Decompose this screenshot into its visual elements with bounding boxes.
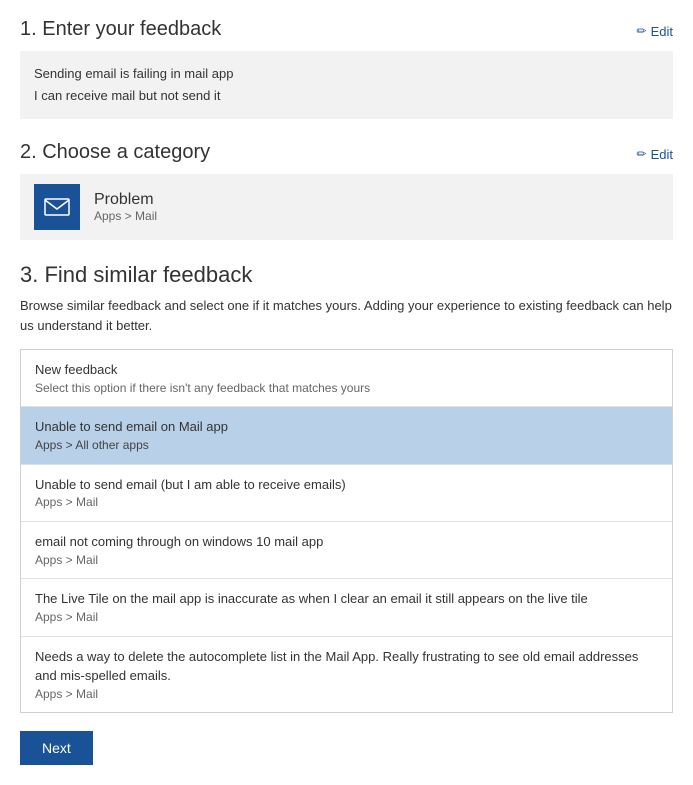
feedback-item-subtitle-email-not-coming: Apps > Mail — [35, 552, 658, 569]
step1-edit-label: Edit — [651, 24, 673, 39]
step2-header: 2. Choose a category ✏ Edit — [20, 141, 673, 164]
step3-description: Browse similar feedback and select one i… — [20, 296, 673, 335]
category-box: Problem Apps > Mail — [20, 174, 673, 240]
category-path: Apps > Mail — [94, 209, 157, 223]
step1-feedback-box: Sending email is failing in mail app I c… — [20, 51, 673, 119]
feedback-item-subtitle-live-tile: Apps > Mail — [35, 609, 658, 626]
feedback-item-email-not-coming[interactable]: email not coming through on windows 10 m… — [21, 522, 672, 579]
feedback-item-unable-send-mail[interactable]: Unable to send email on Mail appApps > A… — [21, 407, 672, 464]
feedback-item-subtitle-unable-send-mail: Apps > All other apps — [35, 437, 658, 454]
category-type: Problem — [94, 191, 157, 209]
feedback-item-new[interactable]: New feedbackSelect this option if there … — [21, 350, 672, 407]
feedback-item-live-tile[interactable]: The Live Tile on the mail app is inaccur… — [21, 579, 672, 636]
step2-edit-label: Edit — [651, 147, 673, 162]
similar-feedback-list: New feedbackSelect this option if there … — [20, 349, 673, 713]
feedback-item-title-new: New feedback — [35, 360, 658, 380]
step1-title: 1. Enter your feedback — [20, 18, 221, 41]
step1-edit-link[interactable]: ✏ Edit — [637, 24, 673, 39]
feedback-item-title-unable-send-receive: Unable to send email (but I am able to r… — [35, 475, 658, 495]
edit-pencil-icon-2: ✏ — [637, 147, 647, 161]
feedback-item-title-unable-send-mail: Unable to send email on Mail app — [35, 417, 658, 437]
feedback-item-title-autocomplete: Needs a way to delete the autocomplete l… — [35, 647, 658, 686]
feedback-item-title-email-not-coming: email not coming through on windows 10 m… — [35, 532, 658, 552]
feedback-item-title-live-tile: The Live Tile on the mail app is inaccur… — [35, 589, 658, 609]
next-button[interactable]: Next — [20, 731, 93, 765]
feedback-item-subtitle-unable-send-receive: Apps > Mail — [35, 494, 658, 511]
feedback-items-container: New feedbackSelect this option if there … — [20, 349, 673, 713]
feedback-item-autocomplete[interactable]: Needs a way to delete the autocomplete l… — [21, 637, 672, 713]
step3-title: 3. Find similar feedback — [20, 262, 673, 288]
feedback-line-2: I can receive mail but not send it — [34, 85, 659, 107]
step2-edit-link[interactable]: ✏ Edit — [637, 147, 673, 162]
feedback-item-subtitle-autocomplete: Apps > Mail — [35, 686, 658, 703]
category-text: Problem Apps > Mail — [94, 191, 157, 223]
feedback-item-unable-send-receive[interactable]: Unable to send email (but I am able to r… — [21, 465, 672, 522]
category-mail-icon — [34, 184, 80, 230]
edit-pencil-icon: ✏ — [637, 24, 647, 38]
step2-title: 2. Choose a category — [20, 141, 210, 164]
step1-header: 1. Enter your feedback ✏ Edit — [20, 18, 673, 41]
feedback-line-1: Sending email is failing in mail app — [34, 63, 659, 85]
feedback-item-subtitle-new: Select this option if there isn't any fe… — [35, 380, 658, 397]
